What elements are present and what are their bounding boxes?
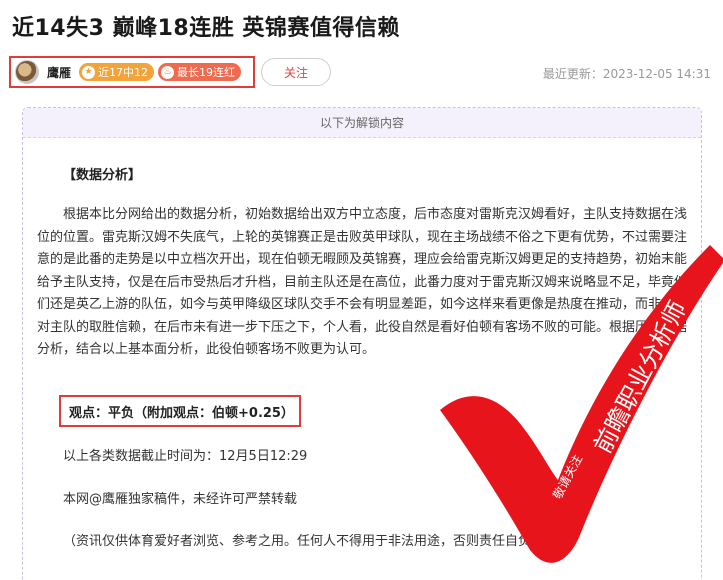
streak-badge: ♨ 最长19连红 — [158, 63, 242, 81]
disclaimer: （资讯仅供体育爱好者浏览、参考之用。任何人不得用于非法用途，否则责任自负。） — [63, 534, 551, 549]
fire-icon: ♨ — [161, 65, 175, 79]
streak-label: 最长19连红 — [177, 66, 236, 79]
author-name[interactable]: 鹰雁 — [47, 64, 71, 81]
author-info: 鹰雁 ★ 近17中12 ♨ 最长19连红 — [9, 56, 255, 88]
section-title: 【数据分析】 — [63, 168, 142, 183]
copyright-note: 本网@鹰雁独家稿件，未经许可严禁转载 — [63, 492, 298, 507]
star-icon: ★ — [82, 65, 96, 79]
analysis-paragraph: 根据本比分网给出的数据分析，初始数据给出双方中立态度，后市态度对雷斯克汉姆看好，… — [37, 207, 688, 357]
hit-rate-badge: ★ 近17中12 — [79, 63, 155, 81]
avatar[interactable] — [15, 60, 39, 84]
data-cutoff-note: 以上各类数据截止时间为：12月5日12:29 — [63, 449, 308, 464]
page-title: 近14失3 巅峰18连胜 英锦赛值得信赖 — [12, 16, 400, 41]
follow-button[interactable]: 关注 — [261, 58, 331, 86]
viewpoint: 观点：平负（附加观点：伯顿+0.25） — [59, 395, 301, 427]
article-content: 以下为解锁内容 【数据分析】 根据本比分网给出的数据分析，初始数据给出双方中立态… — [22, 107, 702, 580]
hit-rate-label: 近17中12 — [98, 66, 149, 79]
unlock-banner: 以下为解锁内容 — [23, 108, 701, 138]
last-updated: 最近更新：2023-12-05 14:31 — [542, 67, 711, 81]
